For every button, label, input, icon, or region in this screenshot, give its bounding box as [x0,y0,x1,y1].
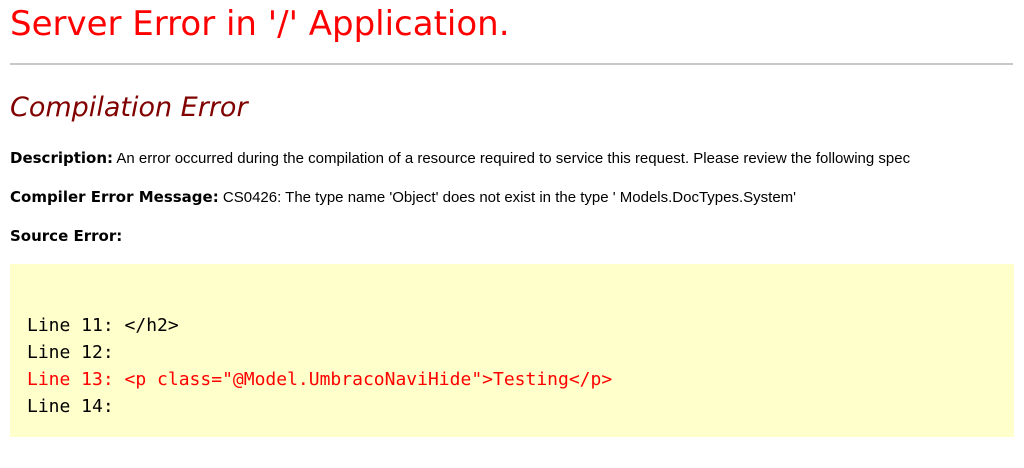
divider [10,63,1013,65]
code-line-13-error: Line 13: <p class="@Model.UmbracoNaviHid… [27,369,613,390]
code-line-12: Line 12: [27,342,114,363]
source-error-line: Source Error: [10,226,122,247]
source-error-label: Source Error: [10,227,123,245]
compiler-error-label: Compiler Error Message: [10,188,219,206]
compiler-error-text: CS0426: The type name 'Object' does not … [218,189,797,206]
description-line: Description: An error occurred during th… [10,148,910,169]
error-subtitle: Compilation Error [10,92,248,123]
compiler-error-line: Compiler Error Message: CS0426: The type… [10,187,796,208]
description-text: An error occurred during the compilation… [113,150,911,167]
error-page: Server Error in '/' Application. Compila… [0,0,1024,468]
code-line-11: Line 11: </h2> [27,315,179,336]
code-line-14: Line 14: [27,396,114,417]
description-label: Description: [10,149,114,167]
source-code-block: Line 11: </h2> Line 12: Line 13: <p clas… [10,264,1014,437]
page-title: Server Error in '/' Application. [10,4,510,44]
